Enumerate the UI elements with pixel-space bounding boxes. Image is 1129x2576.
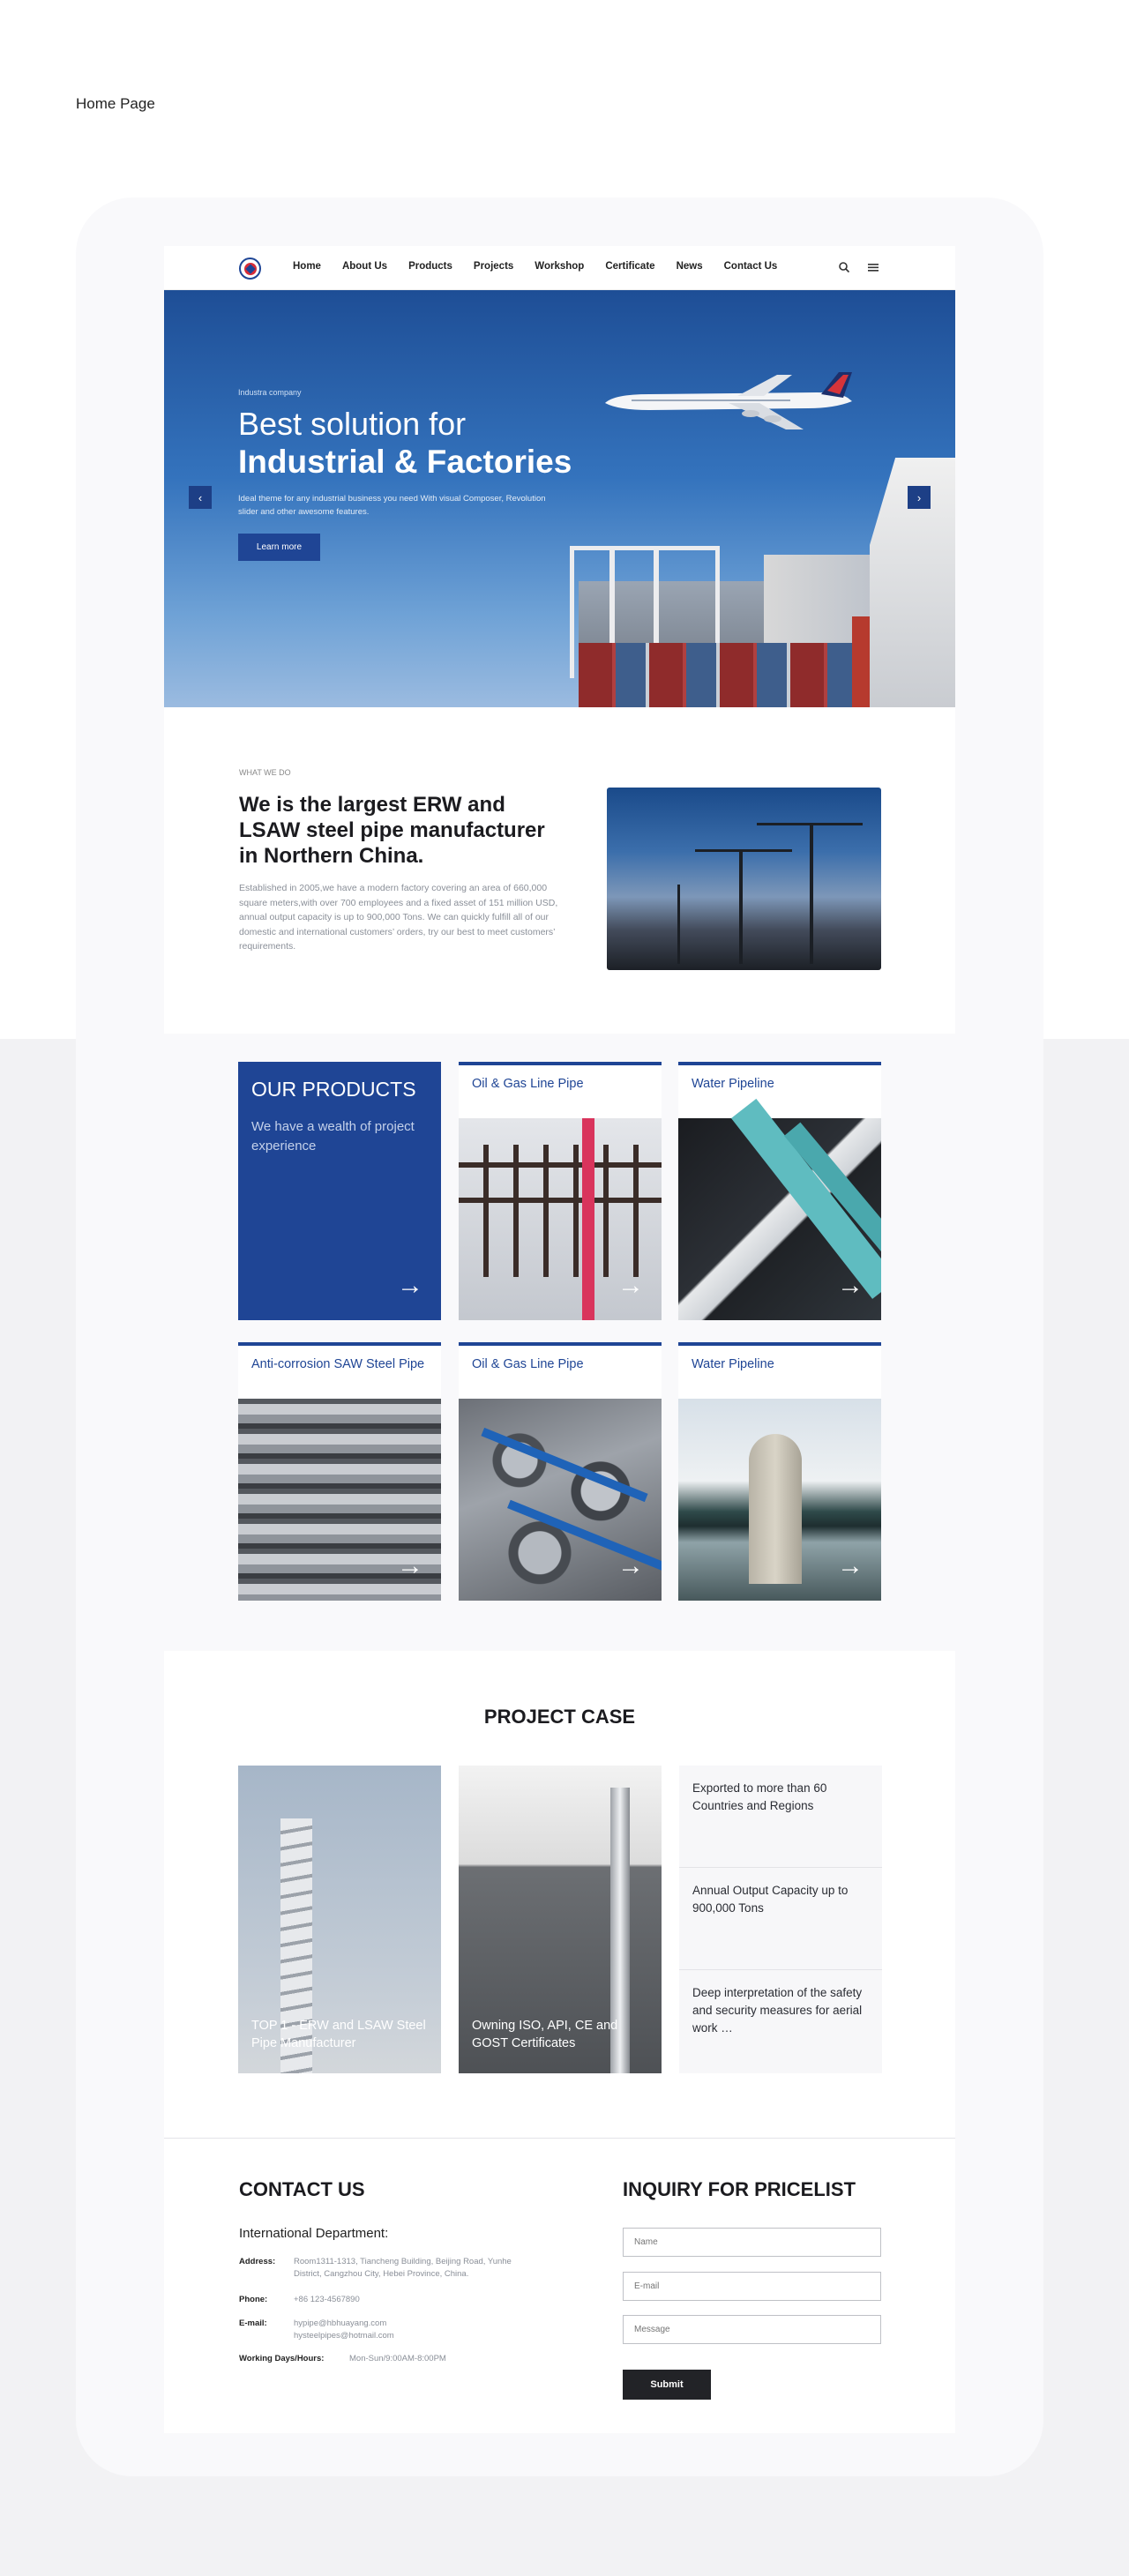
contact-title: CONTACT US — [239, 2178, 365, 2200]
crane-silhouette — [695, 849, 792, 964]
email-field[interactable] — [623, 2272, 881, 2301]
project-case-title: PROJECT CASE — [483, 1706, 636, 1728]
nav-about-us[interactable]: About Us — [342, 261, 387, 272]
project-stats: Exported to more than 60 Countries and R… — [679, 1766, 882, 2073]
main-menu: Home About Us Products Projects Workshop… — [293, 261, 798, 272]
logo-mark — [243, 262, 257, 275]
learn-more-button[interactable]: Learn more — [238, 534, 320, 561]
airplane-image — [605, 372, 852, 429]
chevron-left-icon[interactable]: ‹ — [189, 486, 212, 509]
phone-label: Phone: — [239, 2295, 268, 2304]
stat-item: Annual Output Capacity up to 900,000 Ton… — [679, 1868, 882, 1970]
arrow-right-icon[interactable]: → — [397, 1273, 423, 1299]
hero-title-line2: Industrial & Factories — [238, 444, 572, 480]
email-value-1[interactable]: hypipe@hbhuayang.com — [294, 2318, 386, 2330]
nav-projects[interactable]: Projects — [474, 261, 513, 272]
product-card[interactable]: Water Pipeline → — [678, 1342, 881, 1601]
crane-silhouette — [757, 823, 863, 964]
email-label: E-mail: — [239, 2318, 267, 2328]
submit-button[interactable]: Submit — [623, 2370, 711, 2400]
hours-value: Mon-Sun/9:00AM-8:00PM — [349, 2354, 446, 2363]
arrow-right-icon[interactable]: → — [397, 1553, 423, 1579]
product-title: Anti-corrosion SAW Steel Pipe — [251, 1357, 425, 1371]
hero-description: Ideal theme for any industrial business … — [238, 494, 546, 517]
product-title: Oil & Gas Line Pipe — [472, 1077, 584, 1091]
about-eyebrow: WHAT WE DO — [239, 768, 291, 777]
product-title: Water Pipeline — [692, 1357, 774, 1371]
project-caption: TOP 1 - ERW and LSAW Steel Pipe Manufact… — [251, 2019, 426, 2050]
project-card[interactable]: Owning ISO, API, CE and GOST Certificate… — [459, 1766, 662, 2073]
nav-news[interactable]: News — [677, 261, 703, 272]
stat-item: Exported to more than 60 Countries and R… — [679, 1766, 882, 1868]
about-title: We is the largest ERW and LSAW steel pip… — [239, 793, 545, 868]
hero-title-line1: Best solution for — [238, 406, 467, 442]
phone-value[interactable]: +86 123-4567890 — [294, 2294, 360, 2306]
logo[interactable] — [239, 258, 261, 280]
factory-image — [607, 788, 881, 970]
nav-home[interactable]: Home — [293, 261, 321, 272]
inquiry-title: INQUIRY FOR PRICELIST — [623, 2178, 856, 2200]
hours-label: Working Days/Hours: — [239, 2354, 325, 2363]
address-line2: District, Cangzhou City, Hebei Province,… — [294, 2269, 469, 2279]
menu-icon[interactable] — [866, 261, 880, 275]
contact-department: International Department: — [239, 2226, 389, 2241]
product-title: Water Pipeline — [692, 1077, 774, 1091]
address-line1: Room1311-1313, Tiancheng Building, Beiji… — [294, 2257, 512, 2266]
arrow-right-icon[interactable]: → — [837, 1273, 864, 1299]
nav-contact-us[interactable]: Contact Us — [724, 261, 778, 272]
product-title: Oil & Gas Line Pipe — [472, 1357, 584, 1371]
our-products-desc: We have a wealth of project experience — [251, 1119, 415, 1154]
project-caption: Owning ISO, API, CE and GOST Certificate… — [472, 2019, 618, 2050]
nav-certificate[interactable]: Certificate — [605, 261, 654, 272]
chevron-right-icon[interactable]: › — [908, 486, 931, 509]
nav-products[interactable]: Products — [408, 261, 452, 272]
message-field[interactable] — [623, 2315, 881, 2344]
products-section: OUR PRODUCTS We have a wealth of project… — [164, 1034, 955, 1651]
our-products-card[interactable]: OUR PRODUCTS We have a wealth of project… — [238, 1062, 441, 1320]
crane-silhouette — [677, 885, 680, 964]
address-label: Address: — [239, 2257, 276, 2266]
project-card[interactable]: TOP 1 - ERW and LSAW Steel Pipe Manufact… — [238, 1766, 441, 2073]
product-card[interactable]: Oil & Gas Line Pipe → — [459, 1342, 662, 1601]
hero-eyebrow: Industra company — [238, 388, 302, 397]
about-text: Established in 2005,we have a modern fac… — [239, 883, 558, 952]
nav-workshop[interactable]: Workshop — [535, 261, 584, 272]
arrow-right-icon[interactable]: → — [617, 1553, 644, 1579]
product-card[interactable]: Oil & Gas Line Pipe → — [459, 1062, 662, 1320]
hero-title: Best solution for Industrial & Factories — [238, 405, 572, 481]
our-products-title: OUR PRODUCTS — [251, 1078, 416, 1101]
website: Home About Us Products Projects Workshop… — [164, 246, 955, 2433]
search-icon[interactable] — [837, 261, 851, 275]
product-card[interactable]: Water Pipeline → — [678, 1062, 881, 1320]
arrow-right-icon[interactable]: → — [617, 1273, 644, 1299]
name-field[interactable] — [623, 2228, 881, 2257]
page-label: Home Page — [76, 95, 155, 112]
arrow-right-icon[interactable]: → — [837, 1553, 864, 1579]
email-value-2[interactable]: hysteelpipes@hotmail.com — [294, 2330, 394, 2342]
product-card[interactable]: Anti-corrosion SAW Steel Pipe → — [238, 1342, 441, 1601]
top-nav: Home About Us Products Projects Workshop… — [164, 246, 955, 290]
stat-item: Deep interpretation of the safety and se… — [692, 1986, 863, 2035]
hero-slider: Industra company Best solution for Indus… — [164, 290, 955, 707]
